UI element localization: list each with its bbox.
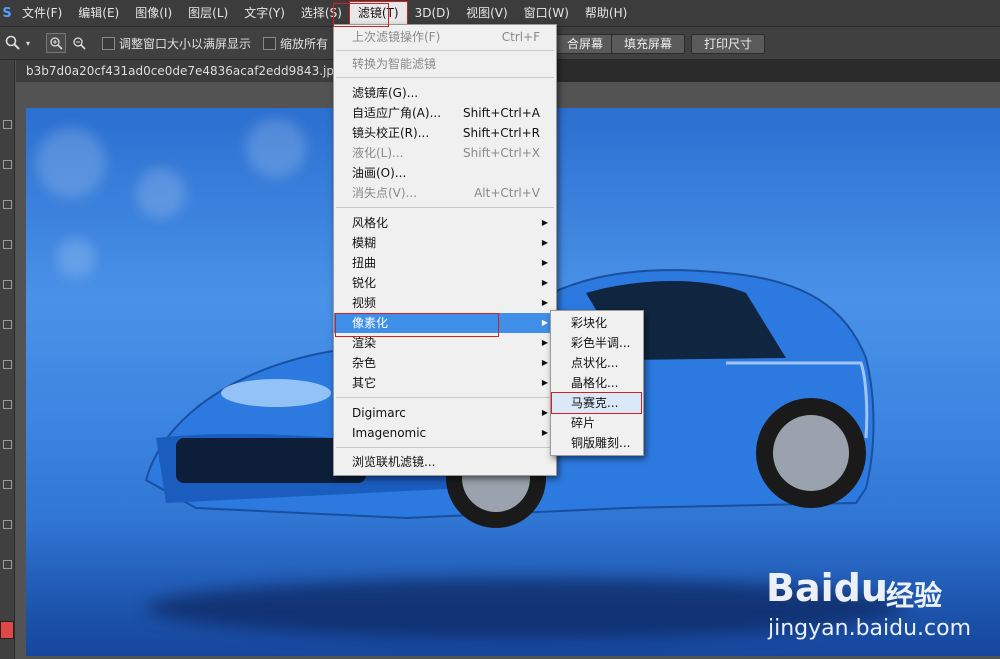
submenu-arrow-icon: ▶ <box>541 428 548 437</box>
menu-digimarc[interactable]: Digimarc ▶ <box>334 403 556 423</box>
submenu-arrow-icon: ▶ <box>541 378 548 387</box>
baidu-watermark-suffix: 经验 <box>886 579 943 612</box>
submenu-facet[interactable]: 彩块化 <box>551 313 643 333</box>
submenu-arrow-icon: ▶ <box>541 318 548 327</box>
crop-tool-icon[interactable] <box>3 240 12 249</box>
move-tool-icon[interactable] <box>3 120 12 129</box>
menu-convert-smart-filters[interactable]: 转换为智能滤镜 <box>334 54 556 74</box>
menu-adaptive-wide-angle[interactable]: 自适应广角(A)... Shift+Ctrl+A <box>334 103 556 123</box>
submenu-mezzotint[interactable]: 铜版雕刻... <box>551 433 643 453</box>
photoshop-logo: S <box>2 5 12 21</box>
annotation-box-pixelate <box>335 313 499 337</box>
gradient-tool-icon[interactable] <box>3 400 12 409</box>
zoom-all-label: 缩放所有 <box>280 36 329 51</box>
fill-screen-button[interactable]: 填充屏幕 <box>611 34 686 54</box>
submenu-arrow-icon: ▶ <box>541 278 548 287</box>
menu-help[interactable]: 帮助(H) <box>577 2 635 24</box>
menu-edit[interactable]: 编辑(E) <box>70 2 127 24</box>
submenu-arrow-icon: ▶ <box>541 358 548 367</box>
menu-noise[interactable]: 杂色 ▶ <box>334 353 556 373</box>
menu-blur[interactable]: 模糊 ▶ <box>334 233 556 253</box>
pixelate-submenu: 彩块化 彩色半调... 点状化... 晶格化... 马赛克... 碎片 铜版雕刻… <box>550 310 644 456</box>
menu-last-filter[interactable]: 上次滤镜操作(F) Ctrl+F <box>334 27 556 47</box>
lasso-tool-icon[interactable] <box>3 200 12 209</box>
foreground-color-swatch[interactable] <box>0 621 14 639</box>
menu-stylize[interactable]: 风格化 ▶ <box>334 213 556 233</box>
menu-browse-online-filters[interactable]: 浏览联机滤镜... <box>334 452 556 472</box>
menu-3d[interactable]: 3D(D) <box>407 2 458 24</box>
submenu-arrow-icon: ▶ <box>541 218 548 227</box>
brush-tool-icon[interactable] <box>3 280 12 289</box>
baidu-watermark-url: jingyan.baidu.com <box>768 616 972 641</box>
menu-window[interactable]: 窗口(W) <box>516 2 577 24</box>
menu-vanishing-point[interactable]: 消失点(V)... Alt+Ctrl+V <box>334 183 556 203</box>
zoom-all-checkbox[interactable] <box>263 36 277 50</box>
menu-type[interactable]: 文字(Y) <box>236 2 293 24</box>
menu-bar: S 文件(F) 编辑(E) 图像(I) 图层(L) 文字(Y) 选择(S) 滤镜… <box>0 0 1000 27</box>
submenu-arrow-icon: ▶ <box>541 298 548 307</box>
annotation-box-filter <box>333 3 389 27</box>
menu-filter-gallery[interactable]: 滤镜库(G)... <box>334 83 556 103</box>
zoom-in-icon[interactable] <box>46 33 66 53</box>
eraser-tool-icon[interactable] <box>3 360 12 369</box>
zoom-tool-icon[interactable] <box>4 34 22 52</box>
menu-image[interactable]: 图像(I) <box>127 2 180 24</box>
marquee-tool-icon[interactable] <box>3 160 12 169</box>
menu-liquify[interactable]: 液化(L)... Shift+Ctrl+X <box>334 143 556 163</box>
baidu-watermark-logo: Baidu <box>766 566 888 610</box>
resize-windows-label: 调整窗口大小以满屏显示 <box>119 36 252 51</box>
submenu-color-halftone[interactable]: 彩色半调... <box>551 333 643 353</box>
menu-file[interactable]: 文件(F) <box>14 2 70 24</box>
resize-windows-checkbox[interactable] <box>102 36 115 50</box>
pen-tool-icon[interactable] <box>3 440 12 449</box>
hand-tool-icon[interactable] <box>3 520 12 529</box>
fit-screen-button[interactable]: 合屏幕 <box>554 34 617 54</box>
menu-oil-paint[interactable]: 油画(O)... <box>334 163 556 183</box>
menu-imagenomic[interactable]: Imagenomic ▶ <box>334 423 556 443</box>
stamp-tool-icon[interactable] <box>3 320 12 329</box>
menu-distort[interactable]: 扭曲 ▶ <box>334 253 556 273</box>
submenu-arrow-icon: ▶ <box>541 258 548 267</box>
text-tool-icon[interactable] <box>3 480 12 489</box>
zoom-out-icon[interactable] <box>70 34 88 52</box>
submenu-arrow-icon: ▶ <box>541 238 548 247</box>
submenu-arrow-icon: ▶ <box>541 338 548 347</box>
print-size-button[interactable]: 打印尺寸 <box>691 34 766 54</box>
menu-sharpen[interactable]: 锐化 ▶ <box>334 273 556 293</box>
menu-layer[interactable]: 图层(L) <box>180 2 236 24</box>
menu-lens-correction[interactable]: 镜头校正(R)... Shift+Ctrl+R <box>334 123 556 143</box>
menu-video[interactable]: 视频 ▶ <box>334 293 556 313</box>
annotation-box-mosaic <box>551 392 642 414</box>
tools-panel <box>0 60 15 659</box>
submenu-pointillize[interactable]: 点状化... <box>551 353 643 373</box>
submenu-fragment[interactable]: 碎片 <box>551 413 643 433</box>
submenu-arrow-icon: ▶ <box>541 408 548 417</box>
filter-dropdown-menu: 上次滤镜操作(F) Ctrl+F 转换为智能滤镜 滤镜库(G)... 自适应广角(… <box>333 24 557 476</box>
menu-view[interactable]: 视图(V) <box>458 2 516 24</box>
submenu-crystallize[interactable]: 晶格化... <box>551 373 643 393</box>
chevron-down-icon[interactable]: ▾ <box>24 34 32 52</box>
zoom-tool-small-icon[interactable] <box>3 560 12 569</box>
menu-other[interactable]: 其它 ▶ <box>334 373 556 393</box>
